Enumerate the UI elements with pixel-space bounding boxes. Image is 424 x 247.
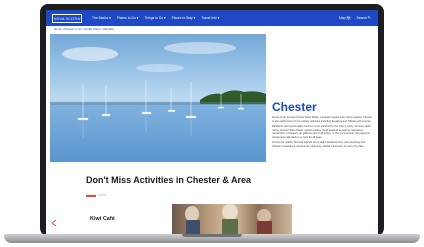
body-paragraph: Across the nearby Tancook Islands are a … [272, 141, 366, 148]
top-navigation: NOVA SCOTIA The Basics ▾ Places to Go ▾ … [46, 10, 378, 26]
nav-item-basics[interactable]: The Basics ▾ [92, 16, 111, 20]
nav-utilities: Map 🗺 Search 🔍 [339, 16, 372, 20]
activities-heading: Don't Miss Activities in Chester & Area [86, 175, 252, 185]
breadcrumb: Home / Places to Go / South Shore / Ches… [54, 27, 254, 32]
intro-paragraph: Home of the annual Chester Race Week, Ca… [272, 116, 372, 123]
breadcrumb-trail[interactable]: Home / Places to Go / South Shore / [54, 27, 103, 31]
map-link[interactable]: Map 🗺 [339, 16, 351, 20]
activity-card-photo[interactable] [172, 204, 292, 234]
hero-image [50, 34, 266, 162]
activity-card-title[interactable]: Kiwi Café [90, 216, 115, 222]
share-icon[interactable] [50, 214, 58, 232]
cafe-photo-scene [185, 204, 272, 234]
body-paragraph: Residents and guests alike continue to b… [272, 125, 371, 139]
site-logo[interactable]: NOVA SCOTIA [52, 13, 82, 23]
pager-count: 1 OF 6 [98, 194, 106, 197]
nav-item-places-to-stay[interactable]: Places to Stay ▾ [172, 16, 196, 20]
main-menu: The Basics ▾ Places to Go ▾ Things to Do… [92, 16, 219, 20]
carousel-pager: 1 OF 6 [86, 194, 106, 197]
nav-item-travel-info[interactable]: Travel Info ▾ [201, 16, 219, 20]
browser-screen: NOVA SCOTIA The Basics ▾ Places to Go ▾ … [46, 10, 378, 234]
laptop-notch [182, 234, 242, 237]
location-info: Chester Home of the annual Chester Race … [272, 100, 372, 150]
harbour-scene [50, 42, 266, 138]
nav-item-places-to-go[interactable]: Places to Go ▾ [117, 16, 138, 20]
page-title: Chester [272, 100, 317, 114]
pager-indicator [86, 194, 96, 197]
breadcrumb-current: Chester [103, 27, 114, 31]
nav-item-things-to-do[interactable]: Things to Do ▾ [144, 16, 165, 20]
search-link[interactable]: Search 🔍 [357, 16, 372, 20]
